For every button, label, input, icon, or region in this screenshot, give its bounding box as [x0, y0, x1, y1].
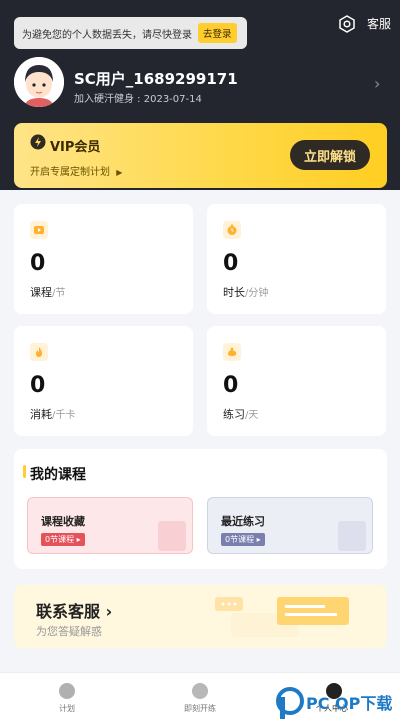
- watermark: PC OP下载: [276, 683, 400, 719]
- timer-icon: [223, 221, 241, 239]
- stat-card-courses[interactable]: 0 课程/节: [14, 204, 193, 314]
- contact-subtitle: 为您答疑解惑: [36, 625, 102, 638]
- stat-card-calories[interactable]: 0 消耗/千卡: [14, 326, 193, 436]
- section-accent-bar: [23, 465, 26, 478]
- username[interactable]: SC用户_1689299171: [74, 68, 238, 89]
- recent-practice-card[interactable]: 最近练习 0节课程 ▸: [207, 497, 373, 554]
- card-title: 最近练习: [221, 515, 265, 528]
- stat-value: 0: [223, 251, 239, 276]
- toast-text: 为避免您的个人数据丢失，请尽快登录: [22, 29, 192, 41]
- contact-title-text: 联系客服: [36, 602, 101, 621]
- my-courses-section: 我的课程 课程收藏 0节课程 ▸ 最近练习 0节课程 ▸: [14, 449, 387, 569]
- lightning-icon: [30, 134, 46, 150]
- badge-text: 0节课程: [45, 535, 75, 544]
- badge-text: 0节课程: [225, 535, 255, 544]
- stat-value: 0: [30, 251, 46, 276]
- pulse-icon: [59, 683, 75, 699]
- heart-icon: [158, 521, 186, 551]
- stat-unit: /天: [245, 410, 259, 421]
- flame-icon: [30, 343, 48, 361]
- settings-icon[interactable]: [337, 14, 357, 34]
- count-badge: 0节课程 ▸: [221, 533, 265, 546]
- vip-title: VIP会员: [50, 140, 101, 155]
- tab-plan[interactable]: 计划: [27, 673, 107, 720]
- tab-label: 即刻开练: [184, 704, 216, 713]
- chat-bubbles-icon: [215, 597, 349, 637]
- section-title: 我的课程: [30, 467, 86, 483]
- stat-label-text: 时长: [223, 286, 245, 299]
- stat-label: 课程/节: [30, 284, 65, 300]
- chevron-right-icon[interactable]: ›: [374, 74, 380, 93]
- stat-card-practice[interactable]: 0 练习/天: [207, 326, 386, 436]
- stat-label: 消耗/千卡: [30, 406, 75, 422]
- stat-label-text: 练习: [223, 408, 245, 421]
- count-badge: 0节课程 ▸: [41, 533, 85, 546]
- login-button[interactable]: 去登录: [198, 23, 237, 43]
- tab-label: 计划: [59, 704, 75, 713]
- stat-unit: /节: [52, 288, 66, 299]
- unlock-button[interactable]: 立即解锁: [290, 140, 370, 170]
- stat-card-duration[interactable]: 0 时长/分钟: [207, 204, 386, 314]
- stat-label: 练习/天: [223, 406, 258, 422]
- triangle-right-icon: ▶: [116, 168, 123, 177]
- stat-value: 0: [30, 373, 46, 398]
- stat-unit: /分钟: [245, 288, 269, 299]
- login-toast: 为避免您的个人数据丢失，请尽快登录 去登录: [14, 17, 247, 49]
- vip-subtitle-text: 开启专属定制计划: [30, 167, 110, 178]
- service-link[interactable]: 客服: [367, 15, 391, 32]
- favorites-card[interactable]: 课程收藏 0节课程 ▸: [27, 497, 193, 554]
- vip-card[interactable]: VIP会员 开启专属定制计划 ▶ 立即解锁: [14, 123, 387, 188]
- stat-unit: /千卡: [52, 410, 76, 421]
- watermark-text: PC OP下载: [306, 694, 392, 713]
- video-icon: [30, 221, 48, 239]
- card-title: 课程收藏: [41, 515, 85, 528]
- stat-label-text: 课程: [30, 286, 52, 299]
- play-icon: [338, 521, 366, 551]
- contact-title: 联系客服 ›: [36, 602, 113, 621]
- stat-label-text: 消耗: [30, 408, 52, 421]
- join-date: 加入硬汗健身 : 2023-07-14: [74, 94, 202, 105]
- avatar[interactable]: [14, 57, 64, 107]
- stopwatch-icon: [192, 683, 208, 699]
- stat-label: 时长/分钟: [223, 284, 268, 300]
- tab-start-now[interactable]: 即刻开练: [160, 673, 240, 720]
- contact-service-card[interactable]: 联系客服 › 为您答疑解惑: [14, 585, 387, 648]
- vip-subtitle[interactable]: 开启专属定制计划 ▶: [30, 163, 122, 178]
- stat-value: 0: [223, 373, 239, 398]
- pcsoft-logo-icon: PC OP下载: [276, 687, 392, 719]
- muscle-icon: [223, 343, 241, 361]
